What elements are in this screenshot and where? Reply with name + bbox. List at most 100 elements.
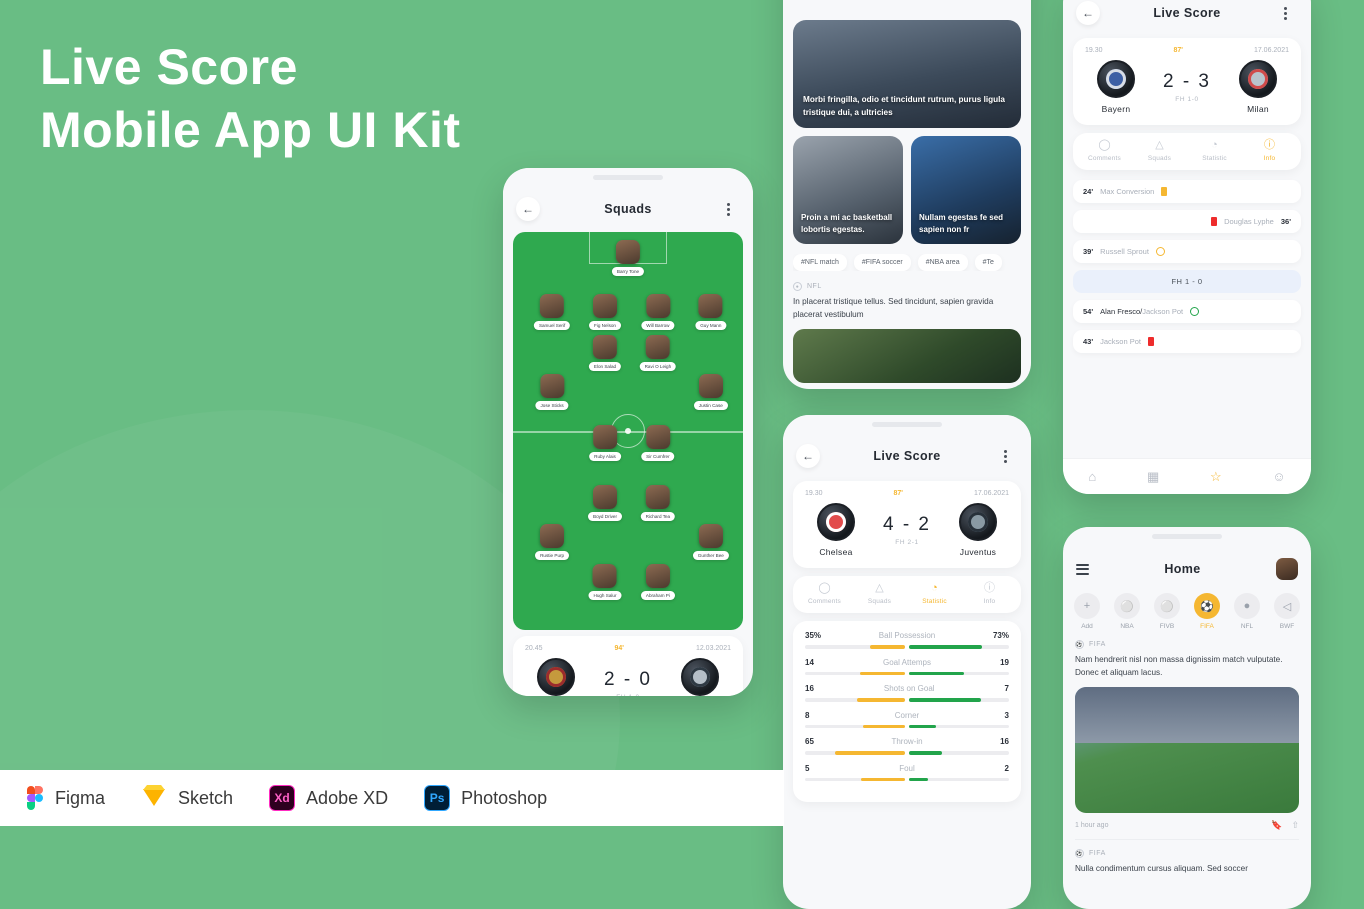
half-time-divider: FH 1 - 0 (1073, 270, 1301, 293)
tab-info[interactable]: ⓘ Info (966, 583, 1014, 606)
share-icon[interactable]: ⇧ (1291, 820, 1299, 831)
player-marker[interactable]: Richard Tea (640, 485, 676, 521)
tab-statistic[interactable]: ◔ Statistic (911, 583, 959, 606)
category-fivb[interactable]: ⚪ FIVB (1154, 593, 1180, 630)
player-name: Fig Nelson (589, 321, 621, 330)
player-name: Justin Case (693, 401, 728, 410)
home-article[interactable]: ⚽ FIFA Nam hendrerit nisl non massa dign… (1063, 634, 1311, 876)
stat-bar-away (909, 777, 1009, 781)
match-tabs: ◯ Comments △ Squads ◔ Statistic ⓘ Info (1073, 133, 1301, 170)
player-name: Will Barrow (641, 321, 675, 330)
player-photo (592, 564, 617, 588)
timeline-event[interactable]: 24' Max Conversion (1073, 180, 1301, 203)
news-card[interactable]: Proin a mi ac basketball lobortis egesta… (793, 136, 903, 244)
category-fifa[interactable]: ⚽ FIFA (1194, 593, 1220, 630)
player-marker[interactable]: Will Barrow (641, 294, 675, 330)
avatar[interactable] (1276, 558, 1298, 580)
hashtag-chip[interactable]: #FIFA soccer (853, 254, 911, 271)
category-nba[interactable]: ⚪ NBA (1114, 593, 1140, 630)
stat-row: 65 Throw-in 16 (805, 737, 1009, 755)
away-team: Milan (1227, 60, 1289, 114)
substitution-icon (1190, 307, 1200, 316)
red-card-icon (1148, 337, 1154, 346)
basketball-icon: ⚪ (1114, 593, 1140, 619)
field-icon[interactable]: ▦ (1147, 469, 1159, 485)
bookmark-icon[interactable]: 🔖 (1271, 820, 1282, 831)
timeline-event[interactable]: Douglas Lyphe 36' (1073, 210, 1301, 233)
player-marker[interactable]: Samuel Serif (533, 294, 571, 330)
hashtag-chip[interactable]: #NFL match (793, 254, 847, 271)
article-source: ● NFL (793, 282, 1021, 291)
player-marker[interactable]: Boyd Driver (588, 485, 622, 521)
match-score-card[interactable]: 19.30 87' 17.06.2021 Chelsea 4 - 2 FH 2-… (793, 481, 1021, 568)
software-item-photoshop[interactable]: Ps Photoshop (424, 785, 547, 811)
category-bwf[interactable]: ◁ BWF (1274, 593, 1300, 630)
player-marker[interactable]: Jose Sticks (535, 374, 569, 410)
tab-squads[interactable]: △ Squads (1136, 140, 1184, 163)
tab-label: Squads (867, 598, 892, 605)
player-photo (645, 485, 670, 509)
phone-home-screen: Home + Add ⚪ NBA ⚪ FIVB ⚽ FIFA ● NFL ◁ B… (1063, 527, 1311, 909)
player-marker[interactable]: Ravi O Leigh (639, 335, 677, 371)
player-name: Barry Tone (611, 267, 645, 276)
player-marker[interactable]: Rustie Purp (535, 524, 570, 560)
news-card[interactable]: Nullam egestas fe sed sapien non fr (911, 136, 1021, 244)
player-marker[interactable]: Ruby Alais (589, 425, 621, 461)
back-arrow-icon[interactable]: ← (1076, 1, 1100, 25)
back-arrow-icon[interactable]: ← (516, 197, 540, 221)
back-arrow-icon[interactable]: ← (796, 444, 820, 468)
star-icon[interactable]: ☆ (1210, 469, 1222, 485)
timeline-event[interactable]: 54' Alan Fresco/Jackson Pot (1073, 300, 1301, 323)
match-score-card[interactable]: 19.30 87' 17.06.2021 Bayern 2 - 3 FH 1-0… (1073, 38, 1301, 125)
player-photo (592, 335, 617, 359)
statistics-list: 35% Ball Possession 73% 14 Goal Attemps … (793, 621, 1021, 802)
timeline-event[interactable]: 43' Jackson Pot (1073, 330, 1301, 353)
tab-comments[interactable]: ◯ Comments (1081, 140, 1129, 163)
software-item-sketch[interactable]: Sketch (141, 785, 233, 811)
more-vertical-icon[interactable] (716, 197, 740, 221)
home-icon[interactable]: ⌂ (1088, 469, 1096, 484)
article-text: Nam hendrerit nisl non massa dignissim m… (1075, 655, 1283, 677)
profile-icon[interactable]: ☺ (1272, 469, 1285, 484)
player-marker[interactable]: Justin Case (693, 374, 728, 410)
category-add[interactable]: + Add (1074, 593, 1100, 630)
hashtag-chip[interactable]: #Te (974, 254, 1002, 271)
tab-label: Info (1263, 155, 1276, 162)
tab-info[interactable]: ⓘ Info (1246, 140, 1294, 163)
tab-squads[interactable]: △ Squads (856, 583, 904, 606)
more-vertical-icon[interactable] (1274, 1, 1298, 25)
player-name: Ruby Alais (589, 452, 621, 461)
tab-statistic[interactable]: ◔ Statistic (1191, 140, 1239, 163)
phone-notch (783, 415, 1031, 437)
player-photo (540, 524, 565, 548)
player-marker[interactable]: Abraham Pi (640, 564, 675, 600)
player-marker[interactable]: Sir Cumfrer (641, 425, 675, 461)
news-hero-card[interactable]: Morbi fringilla, odio et tincidunt rutru… (793, 20, 1021, 128)
player-marker[interactable]: Hugh Salur (588, 564, 622, 600)
away-team: Juventus (947, 503, 1009, 557)
news-article[interactable]: ● NFL In placerat tristique tellus. Sed … (793, 282, 1021, 384)
category-label: FIVB (1159, 623, 1175, 630)
match-score-card[interactable]: 20.45 94' 12.03.2021 Chelsea 2 - 0 FH 1-… (513, 636, 743, 696)
software-item-figma[interactable]: Figma (18, 785, 105, 811)
phone-notch (503, 168, 753, 190)
tab-comments[interactable]: ◯ Comments (801, 583, 849, 606)
background-green-strip (0, 826, 784, 909)
stat-name: Shots on Goal (883, 684, 935, 693)
player-marker[interactable]: Elon Salad (588, 335, 622, 371)
hashtag-chip[interactable]: #NBA area (917, 254, 968, 271)
player-marker[interactable]: Gunther Bee (692, 524, 729, 560)
stat-row: 35% Ball Possession 73% (805, 631, 1009, 649)
player-name: Hugh Salur (588, 591, 622, 600)
hamburger-icon[interactable] (1076, 563, 1089, 575)
category-nfl[interactable]: ● NFL (1234, 593, 1260, 630)
more-vertical-icon[interactable] (994, 444, 1018, 468)
player-marker[interactable]: Barry Tone (611, 240, 645, 276)
timeline-event[interactable]: 39' Russell Sprout (1073, 240, 1301, 263)
player-marker[interactable]: Fig Nelson (589, 294, 621, 330)
player-marker[interactable]: Guy Mann (695, 294, 727, 330)
software-item-adobe-xd[interactable]: Xd Adobe XD (269, 785, 388, 811)
article-text: Nulla condimentum cursus aliquam. Sed so… (1075, 864, 1248, 874)
event-player-in: Alan Fresco/ (1100, 307, 1143, 316)
software-compatibility-bar: Figma Sketch Xd Adobe XD Ps Photoshop (0, 770, 784, 826)
